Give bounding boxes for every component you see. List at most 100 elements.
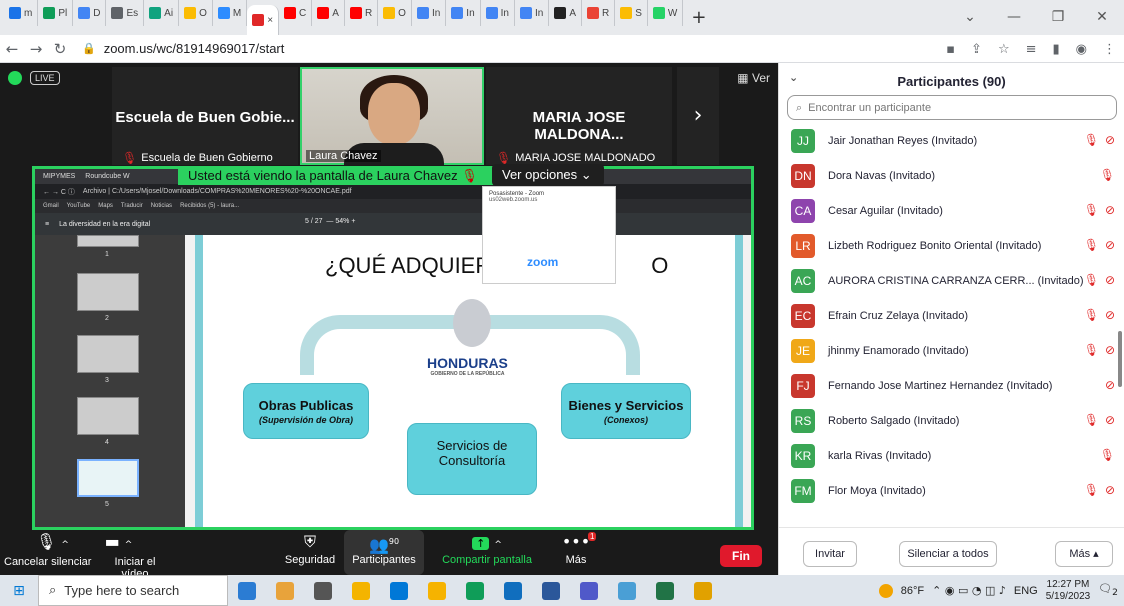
browser-tab[interactable]: Pl bbox=[38, 0, 74, 26]
menu-icon[interactable]: ⋮ bbox=[1103, 42, 1116, 57]
participant-row[interactable]: FJ Fernando Jose Martinez Hernandez (Invi… bbox=[779, 368, 1124, 403]
taskbar-app-icon[interactable] bbox=[342, 575, 380, 606]
invite-button[interactable]: Invitar bbox=[803, 541, 857, 567]
taskbar-app-icon[interactable] bbox=[684, 575, 722, 606]
participant-row[interactable]: JJ Jair Jonathan Reyes (Invitado) 🎙 ⊘ bbox=[779, 123, 1124, 158]
forward-icon[interactable]: → bbox=[24, 40, 48, 58]
participant-search-input[interactable]: ⌕ Encontrar un participante bbox=[787, 95, 1117, 120]
app-glyph bbox=[352, 581, 370, 600]
browser-tab[interactable]: R bbox=[582, 0, 616, 26]
collapse-chevron-icon[interactable]: ⌄ bbox=[789, 71, 798, 84]
participant-row[interactable]: RS Roberto Salgado (Invitado) 🎙 ⊘ bbox=[779, 403, 1124, 438]
language-indicator[interactable]: ENG bbox=[1014, 585, 1038, 597]
browser-tab[interactable]: Es bbox=[106, 0, 145, 26]
taskbar-search-input[interactable]: ⌕ Type here to search bbox=[38, 575, 228, 606]
share-icon[interactable]: ⇪ bbox=[971, 42, 982, 57]
browser-tab[interactable]: D bbox=[73, 0, 107, 26]
taskbar-app-icon[interactable] bbox=[456, 575, 494, 606]
security-label: Seguridad bbox=[284, 554, 336, 566]
windows-start-icon[interactable]: ⊞ bbox=[0, 583, 38, 599]
participant-row[interactable]: JE jhinmy Enamorado (Invitado) 🎙 ⊘ bbox=[779, 333, 1124, 368]
url-field[interactable]: 🔒 zoom.us/wc/81914969017/start bbox=[82, 41, 284, 56]
taskbar-app-icon[interactable] bbox=[228, 575, 266, 606]
taskbar-app-icon[interactable] bbox=[494, 575, 532, 606]
clock[interactable]: 12:27 PM 5/19/2023 bbox=[1046, 579, 1091, 603]
browser-tab[interactable]: C bbox=[279, 0, 313, 26]
taskbar-app-icon[interactable] bbox=[304, 575, 342, 606]
unmute-button[interactable]: Cancelar silenciar bbox=[4, 556, 91, 568]
tab-label: O bbox=[398, 7, 406, 19]
browser-tab[interactable]: O bbox=[179, 0, 213, 26]
participant-row[interactable]: DN Dora Navas (Invitado) 🎙 bbox=[779, 158, 1124, 193]
sidebar-icon[interactable]: ▮ bbox=[1053, 42, 1060, 57]
taskbar-app-icon[interactable] bbox=[570, 575, 608, 606]
mute-all-button[interactable]: Silenciar a todos bbox=[899, 541, 997, 567]
browser-tab[interactable]: O bbox=[378, 0, 412, 26]
panel-more-button[interactable]: Más ▴ bbox=[1055, 541, 1113, 567]
taskbar-app-icon[interactable] bbox=[608, 575, 646, 606]
participants-button[interactable]: 👥90 Participantes bbox=[344, 530, 424, 575]
browser-tab[interactable]: A bbox=[549, 0, 582, 26]
taskbar-app-icon[interactable] bbox=[266, 575, 304, 606]
security-shield-icon bbox=[8, 71, 22, 85]
participant-row[interactable]: LR Lizbeth Rodriguez Bonito Oriental (Inv… bbox=[779, 228, 1124, 263]
video-off-icon: ⊘ bbox=[1104, 203, 1115, 217]
tab-label: A bbox=[569, 7, 576, 19]
end-meeting-button[interactable]: Fin bbox=[720, 545, 762, 567]
participant-row[interactable]: KR karla Rivas (Invitado) 🎙 bbox=[779, 438, 1124, 473]
video-tile-maria[interactable]: MARIA JOSE MALDONA... 🎙 MARIA JOSE MALDON… bbox=[486, 67, 672, 165]
taskbar-app-icon[interactable] bbox=[532, 575, 570, 606]
share-screen-button[interactable]: ↑ ^ Compartir pantalla bbox=[432, 530, 542, 575]
tab-favicon-icon bbox=[519, 7, 532, 19]
browser-tab[interactable]: W bbox=[648, 0, 684, 26]
lock-icon: 🔒 bbox=[82, 42, 96, 55]
restore-icon[interactable]: ❐ bbox=[1036, 0, 1080, 35]
pdf-thumbnail bbox=[77, 273, 139, 311]
view-options-button[interactable]: Ver opciones ⌄ bbox=[492, 164, 604, 186]
reading-list-icon[interactable]: ≡ bbox=[1026, 42, 1037, 57]
video-tile-escuela[interactable]: Escuela de Buen Gobie... 🎙 Escuela de Bue… bbox=[112, 67, 298, 165]
browser-tab[interactable]: In bbox=[515, 0, 550, 26]
extension-icon[interactable]: ◉ bbox=[1076, 42, 1087, 57]
participant-row[interactable]: EC Efrain Cruz Zelaya (Invitado) 🎙 ⊘ bbox=[779, 298, 1124, 333]
browser-tab[interactable]: R bbox=[345, 0, 379, 26]
tray-icons[interactable]: ⌃ ◉ ▭ ◔ ◫ ♪ bbox=[932, 584, 1006, 597]
taskbar-app-icon[interactable] bbox=[380, 575, 418, 606]
mic-muted-icon: 🎙 bbox=[1083, 308, 1099, 322]
notification-icon[interactable]: 🗨2 bbox=[1098, 582, 1118, 598]
browser-tab[interactable]: A bbox=[312, 0, 345, 26]
camera-icon[interactable]: ▪ bbox=[946, 42, 955, 57]
reload-icon[interactable]: ↻ bbox=[48, 40, 72, 58]
taskbar-app-icon[interactable] bbox=[646, 575, 684, 606]
weather-temp[interactable]: 86°F bbox=[901, 585, 924, 597]
participant-row[interactable]: EPEdin Pineda (Invitado)🎙⊘ bbox=[779, 508, 1124, 509]
mic-muted-icon: 🎙 bbox=[1083, 203, 1099, 217]
security-button[interactable]: ⛨ Seguridad bbox=[280, 530, 340, 575]
view-button[interactable]: ▦ Ver bbox=[737, 71, 770, 85]
back-icon[interactable]: ← bbox=[0, 40, 24, 58]
slide-border bbox=[195, 235, 203, 527]
tab-favicon-icon bbox=[149, 7, 162, 19]
browser-tab[interactable]: In bbox=[446, 0, 481, 26]
minimize-icon[interactable]: — bbox=[992, 0, 1036, 35]
bookmark-star-icon[interactable]: ☆ bbox=[998, 42, 1010, 57]
new-tab-button[interactable]: + bbox=[691, 7, 706, 28]
participant-row[interactable]: FM Flor Moya (Invitado) 🎙 ⊘ bbox=[779, 473, 1124, 508]
browser-tab[interactable]: S bbox=[615, 0, 648, 26]
tab-search-icon[interactable]: ⌄ bbox=[948, 0, 992, 35]
browser-tab[interactable]: m bbox=[4, 0, 39, 26]
browser-tab[interactable]: × bbox=[247, 5, 280, 35]
participant-row[interactable]: CA Cesar Aguilar (Invitado) 🎙 ⊘ bbox=[779, 193, 1124, 228]
browser-tab[interactable]: In bbox=[481, 0, 515, 26]
scrollbar[interactable] bbox=[1118, 331, 1122, 387]
browser-tab[interactable]: In bbox=[412, 0, 447, 26]
close-icon[interactable]: ✕ bbox=[1080, 0, 1124, 35]
browser-tab[interactable]: M bbox=[213, 0, 248, 26]
video-tile-laura[interactable]: Laura Chavez bbox=[300, 67, 484, 165]
participant-row[interactable]: AC AURORA CRISTINA CARRANZA CERR... (Invi… bbox=[779, 263, 1124, 298]
more-button[interactable]: ••• Más 1 bbox=[556, 530, 597, 575]
video-off-icon: ⊘ bbox=[1104, 343, 1115, 357]
next-page-arrow-icon[interactable]: › bbox=[677, 67, 719, 165]
taskbar-app-icon[interactable] bbox=[418, 575, 456, 606]
browser-tab[interactable]: Ai bbox=[144, 0, 180, 26]
